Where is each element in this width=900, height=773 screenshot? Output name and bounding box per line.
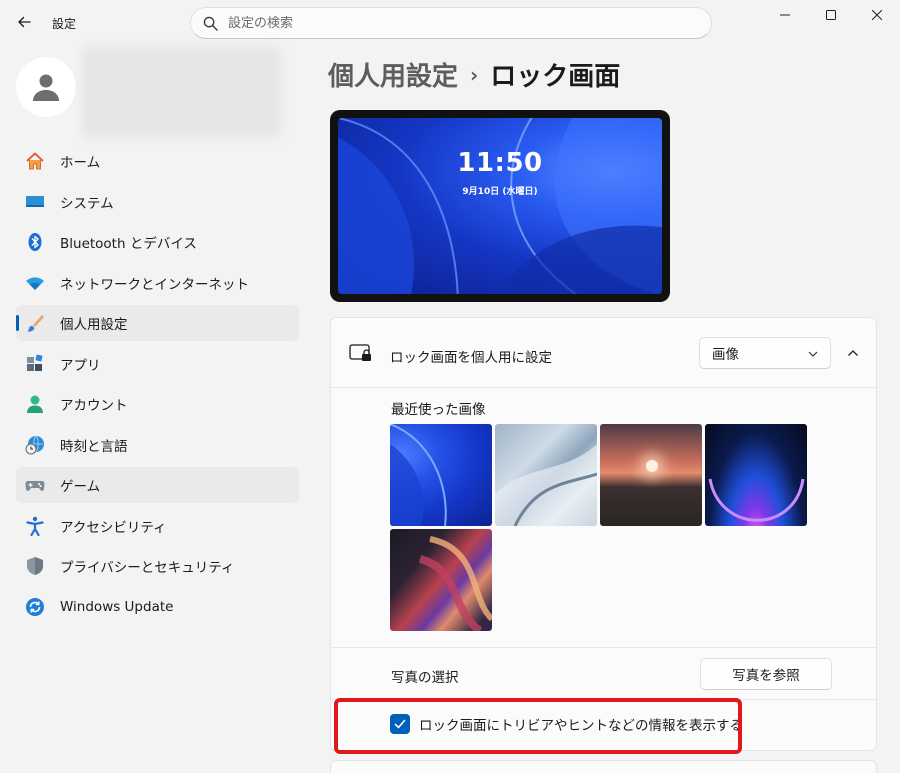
title-bar: 設定 [0,0,900,46]
sidebar-item-label: ゲーム [60,479,101,495]
sidebar-item-windows-update[interactable]: Windows Update [16,589,299,625]
user-profile[interactable] [16,46,286,142]
system-display-icon [24,191,46,213]
globe-clock-icon [24,434,46,456]
lock-screen-settings-card: ロック画面を個人用に設定 画像 最近使った画像 写真の選択 写真を参照 ロック画… [330,317,877,751]
search-icon [203,16,218,31]
wallpaper-bloom-image [338,118,662,294]
sidebar-item-label: 時刻と言語 [60,438,128,455]
avatar [16,57,76,117]
back-button[interactable] [8,8,40,36]
personalize-lock-screen-label: ロック画面を個人用に設定 [390,350,552,366]
lock-screen-icon [349,344,373,368]
show-tips-checkbox-row[interactable]: ロック画面にトリビアやヒントなどの情報を表示する [390,714,743,734]
app-title: 設定 [52,17,77,31]
active-indicator [16,315,19,331]
lock-screen-preview: 11:50 9月10日 (水曜日) [330,110,670,302]
minimize-button[interactable] [762,0,808,30]
shield-icon [24,555,46,577]
recent-image-thumbnail[interactable] [390,529,492,631]
breadcrumb: 個人用設定 › ロック画面 [328,56,620,93]
sidebar-item-personalization[interactable]: 個人用設定 [16,305,299,341]
home-icon [24,150,46,172]
dropdown-value: 画像 [712,347,739,363]
close-icon [872,10,882,20]
choose-photo-label: 写真の選択 [391,670,459,686]
recent-image-thumbnail[interactable] [495,424,597,526]
sidebar-item-label: ホーム [60,155,101,171]
sidebar-item-bluetooth[interactable]: Bluetooth とデバイス [16,224,299,260]
maximize-icon [826,10,836,20]
breadcrumb-parent[interactable]: 個人用設定 [328,56,458,93]
sidebar-item-label: 個人用設定 [60,317,128,333]
profile-info-blurred [82,46,282,138]
personalize-lock-screen-row[interactable]: ロック画面を個人用に設定 画像 [331,318,876,388]
divider [331,387,876,388]
checkmark-icon [394,719,406,729]
apps-icon [24,353,46,375]
chevron-up-icon [848,350,858,356]
sidebar-item-network[interactable]: ネットワークとインターネット [16,265,299,301]
close-button[interactable] [854,0,900,30]
minimize-icon [780,14,790,16]
recent-image-thumbnail[interactable] [390,424,492,526]
sidebar-item-label: システム [60,195,114,212]
sidebar-nav: ホーム システム Bluetooth とデバイス ネットワークとインターネット … [16,143,299,629]
show-tips-label: ロック画面にトリビアやヒントなどの情報を表示する [419,718,743,734]
preview-clock: 11:50 [457,148,543,178]
sidebar-item-label: アクセシビリティ [60,519,167,536]
search-input[interactable] [228,15,668,31]
show-tips-checkbox[interactable] [390,714,410,734]
accessibility-icon [24,515,46,537]
recent-images-label: 最近使った画像 [391,402,486,418]
sidebar-item-accounts[interactable]: アカウント [16,386,299,422]
update-icon [24,596,46,618]
user-avatar-icon [33,74,59,101]
next-settings-card [330,760,877,773]
back-arrow-icon [18,16,31,28]
collapse-button[interactable] [839,339,867,367]
sidebar-item-home[interactable]: ホーム [16,143,299,179]
sidebar-item-label: Windows Update [60,598,174,615]
gamepad-icon [24,474,46,496]
sidebar-item-label: ネットワークとインターネット [60,276,249,293]
sidebar-item-label: アカウント [60,398,128,414]
sidebar-item-time-language[interactable]: 時刻と言語 [16,427,299,463]
preview-date: 9月10日 (水曜日) [462,187,538,197]
bluetooth-icon [24,231,46,253]
breadcrumb-separator: › [470,62,479,87]
sidebar-item-gaming[interactable]: ゲーム [16,467,299,503]
search-box[interactable] [190,7,712,39]
sidebar-item-label: プライバシーとセキュリティ [60,560,235,576]
account-icon [24,393,46,415]
paintbrush-icon [24,312,46,334]
divider [331,647,876,648]
recent-image-thumbnail[interactable] [705,424,807,526]
sidebar-item-label: Bluetooth とデバイス [60,236,197,252]
divider [331,699,876,700]
maximize-button[interactable] [808,0,854,30]
sidebar-item-privacy-security[interactable]: プライバシーとセキュリティ [16,548,299,584]
sidebar-item-apps[interactable]: アプリ [16,346,299,382]
recent-image-thumbnail[interactable] [600,424,702,526]
page-title: ロック画面 [490,62,621,92]
chevron-down-icon [808,351,818,357]
preview-wallpaper: 11:50 9月10日 (水曜日) [338,118,662,294]
sunset-sun [646,460,658,472]
sidebar-item-label: アプリ [60,357,101,374]
lock-screen-type-dropdown[interactable]: 画像 [699,337,831,369]
sidebar-item-accessibility[interactable]: アクセシビリティ [16,508,299,544]
browse-photos-button[interactable]: 写真を参照 [700,658,832,690]
sidebar-item-system[interactable]: システム [16,184,299,220]
wifi-icon [24,272,46,294]
